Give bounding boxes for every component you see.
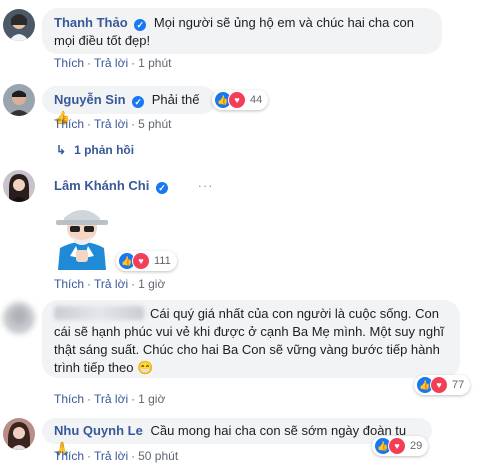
more-options-icon[interactable]: ··· xyxy=(198,178,214,193)
like-link[interactable]: Thích xyxy=(54,449,84,463)
comment-header: Lâm Khánh Chi ✓ ··· xyxy=(54,178,214,194)
cartoon-grandpa-sticker xyxy=(50,198,114,270)
comment-bubble: Cái quý giá nhất của con người là cuộc s… xyxy=(42,300,460,378)
comment-time[interactable]: 50 phút xyxy=(138,449,178,463)
avatar[interactable] xyxy=(3,84,35,116)
verified-badge-icon: ✓ xyxy=(155,182,168,194)
comment-author[interactable]: Lâm Khánh Chi xyxy=(54,178,149,193)
avatar[interactable] xyxy=(3,170,35,202)
comment-actions: Thích · Trả lời · 1 giờ xyxy=(54,392,166,406)
avatar[interactable] xyxy=(3,418,35,450)
verified-badge-icon: ✓ xyxy=(132,96,145,108)
comment-actions: Thích · Trả lời · 50 phút xyxy=(54,449,179,463)
like-link[interactable]: Thích xyxy=(54,56,84,70)
comment-time[interactable]: 1 phút xyxy=(138,56,171,70)
love-reaction-icon: ♥ xyxy=(430,376,448,394)
reply-link[interactable]: Trả lời xyxy=(94,277,128,291)
comment-time[interactable]: 1 giờ xyxy=(138,277,165,291)
reply-link[interactable]: Trả lời xyxy=(94,449,128,463)
comment-bubble: Thanh Thảo ✓ Mọi người sẽ ủng hộ em và c… xyxy=(42,8,442,54)
comment-actions: Thích · Trả lời · 1 giờ xyxy=(54,277,166,291)
reaction-summary[interactable]: 👍 ♥ 77 xyxy=(414,375,471,395)
reaction-summary[interactable]: 👍 ♥ 29 xyxy=(372,436,429,456)
love-reaction-icon: ♥ xyxy=(132,252,150,270)
avatar[interactable] xyxy=(3,302,35,334)
reply-link[interactable]: Trả lời xyxy=(94,56,128,70)
comment-author[interactable]: Nhu Quynh Le xyxy=(54,423,143,438)
like-link[interactable]: Thích xyxy=(54,277,84,291)
like-link[interactable]: Thích xyxy=(54,392,84,406)
comment-bubble: Nguyễn Sin ✓ Phải thế 👍 xyxy=(42,86,216,125)
verified-badge-icon: ✓ xyxy=(134,19,147,31)
comment-actions: Thích · Trả lời · 1 phút xyxy=(54,56,172,70)
reply-link[interactable]: Trả lời xyxy=(94,392,128,406)
like-link[interactable]: Thích xyxy=(54,117,84,131)
reaction-count: 29 xyxy=(410,440,423,452)
avatar[interactable] xyxy=(3,9,35,41)
reply-link[interactable]: Trả lời xyxy=(94,117,128,131)
grinning-emoji-icon: 😁 xyxy=(137,360,154,375)
love-reaction-icon: ♥ xyxy=(228,91,246,109)
reply-arrow-icon: ↳ xyxy=(56,143,67,157)
blurred-author-name[interactable] xyxy=(54,306,144,320)
comment-time[interactable]: 1 giờ xyxy=(138,392,165,406)
replies-count-label: 1 phản hồi xyxy=(74,143,135,157)
comment-text: Phải thế xyxy=(151,92,200,107)
comment-author[interactable]: Thanh Thảo xyxy=(54,15,128,30)
comment-actions: Thích · Trả lời · 5 phút xyxy=(54,117,172,131)
reaction-count: 111 xyxy=(154,255,171,267)
view-replies-link[interactable]: ↳ 1 phản hồi xyxy=(56,143,134,157)
comment-author[interactable]: Nguyễn Sin xyxy=(54,92,126,107)
reaction-summary[interactable]: 👍 ♥ 111 xyxy=(116,251,177,271)
comment-text: Cầu mong hai cha con sẽ sớm ngày đoàn tụ xyxy=(150,423,407,438)
reaction-count: 77 xyxy=(452,379,465,391)
comment-time[interactable]: 5 phút xyxy=(138,117,171,131)
reaction-count: 44 xyxy=(250,94,263,106)
reaction-summary[interactable]: 👍 ♥ 44 xyxy=(212,90,269,110)
love-reaction-icon: ♥ xyxy=(388,437,406,455)
